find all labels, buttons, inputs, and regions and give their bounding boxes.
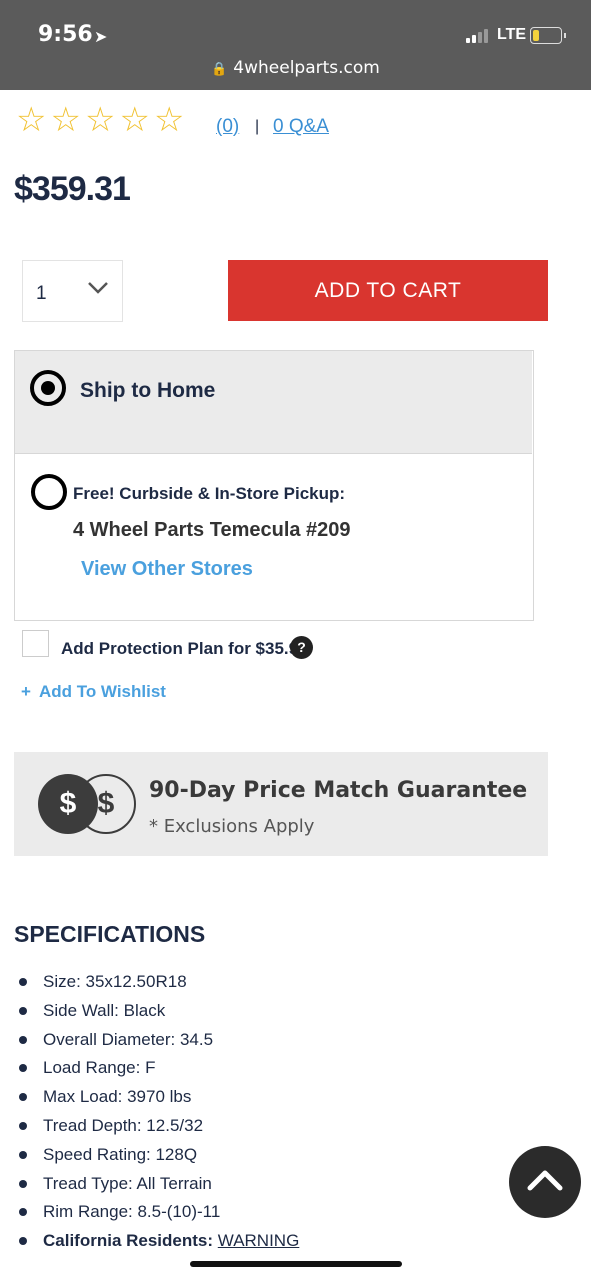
fulfillment-options: Ship to Home Free! Curbside & In-Store P… (14, 350, 534, 621)
chevron-down-icon (88, 282, 108, 294)
spec-item: Load Range: F (16, 1054, 299, 1083)
spec-item: Side Wall: Black (16, 997, 299, 1026)
url-text: 4wheelparts.com (233, 58, 380, 78)
spec-item: Speed Rating: 128Q (16, 1141, 299, 1170)
signal-strength-icon (466, 29, 496, 43)
ship-to-home-option[interactable]: Ship to Home (15, 351, 532, 454)
quantity-value: 1 (36, 283, 47, 304)
radio-unselected-icon[interactable] (31, 474, 67, 510)
battery-tip (564, 33, 566, 38)
star-outline-icon: ☆ (50, 101, 81, 139)
radio-selected-icon[interactable] (30, 370, 66, 406)
add-to-wishlist-link[interactable]: + Add To Wishlist (21, 682, 166, 702)
warning-link[interactable]: WARNING (218, 1231, 300, 1250)
view-other-stores-link[interactable]: View Other Stores (81, 558, 253, 581)
spec-item-california: California Residents: WARNING (16, 1227, 299, 1256)
spec-item: Size: 35x12.50R18 (16, 968, 299, 997)
specifications-list: Size: 35x12.50R18 Side Wall: Black Overa… (16, 968, 299, 1256)
spec-item: Overall Diameter: 34.5 (16, 1026, 299, 1055)
scroll-to-top-button[interactable] (509, 1146, 581, 1218)
help-icon[interactable]: ? (290, 636, 313, 659)
spec-item: Tread Depth: 12.5/32 (16, 1112, 299, 1141)
wishlist-label: Add To Wishlist (38, 682, 166, 701)
home-indicator (190, 1261, 402, 1267)
california-label: California Residents: (43, 1231, 214, 1251)
star-outline-icon: ☆ (84, 101, 116, 139)
guarantee-title: 90-Day Price Match Guarantee (149, 778, 528, 803)
product-price: $359.31 (14, 170, 131, 208)
location-arrow-icon: ➤ (94, 29, 108, 46)
specifications-heading: SPECIFICATIONS (14, 921, 206, 947)
battery-icon (530, 27, 562, 44)
network-type: LTE (497, 26, 527, 43)
add-to-cart-button[interactable]: ADD TO CART (228, 260, 548, 321)
address-bar[interactable]: 🔒 4wheelparts.com (0, 58, 591, 78)
chevron-up-icon (527, 1170, 563, 1191)
quantity-select[interactable]: 1 (22, 260, 123, 322)
star-outline-icon: ☆ (16, 101, 47, 139)
spec-item: Tread Type: All Terrain (16, 1170, 299, 1199)
star-outline-icon: ☆ (153, 101, 185, 139)
spec-item: Max Load: 3970 lbs (16, 1083, 299, 1112)
protection-plan-checkbox[interactable] (22, 630, 49, 657)
dollar-coin-icon: $ (38, 774, 98, 834)
lock-icon: 🔒 (211, 62, 228, 77)
protection-plan-label: Add Protection Plan for $35.93 (61, 639, 308, 658)
rating-stars: ☆ ☆ ☆ ☆ ☆ (16, 100, 184, 140)
status-time: 9:56 (38, 22, 93, 47)
pickup-label: Free! Curbside & In-Store Pickup: (73, 484, 346, 503)
reviews-count-link[interactable]: (0) (216, 116, 239, 138)
spec-item: Rim Range: 8.5-(10)-11 (16, 1198, 299, 1227)
store-name: 4 Wheel Parts Temecula #209 (73, 519, 351, 541)
price-match-banner[interactable]: $ $ 90-Day Price Match Guarantee * Exclu… (14, 752, 548, 856)
star-outline-icon: ☆ (119, 101, 150, 139)
plus-icon: + (21, 682, 31, 701)
rating-separator: | (255, 118, 260, 135)
qa-link[interactable]: 0 Q&A (273, 116, 329, 138)
ship-to-home-label: Ship to Home (80, 379, 216, 402)
guarantee-subtitle: * Exclusions Apply (149, 816, 315, 837)
status-bar: 9:56 ➤ LTE 🔒 4wheelparts.com (0, 0, 591, 90)
